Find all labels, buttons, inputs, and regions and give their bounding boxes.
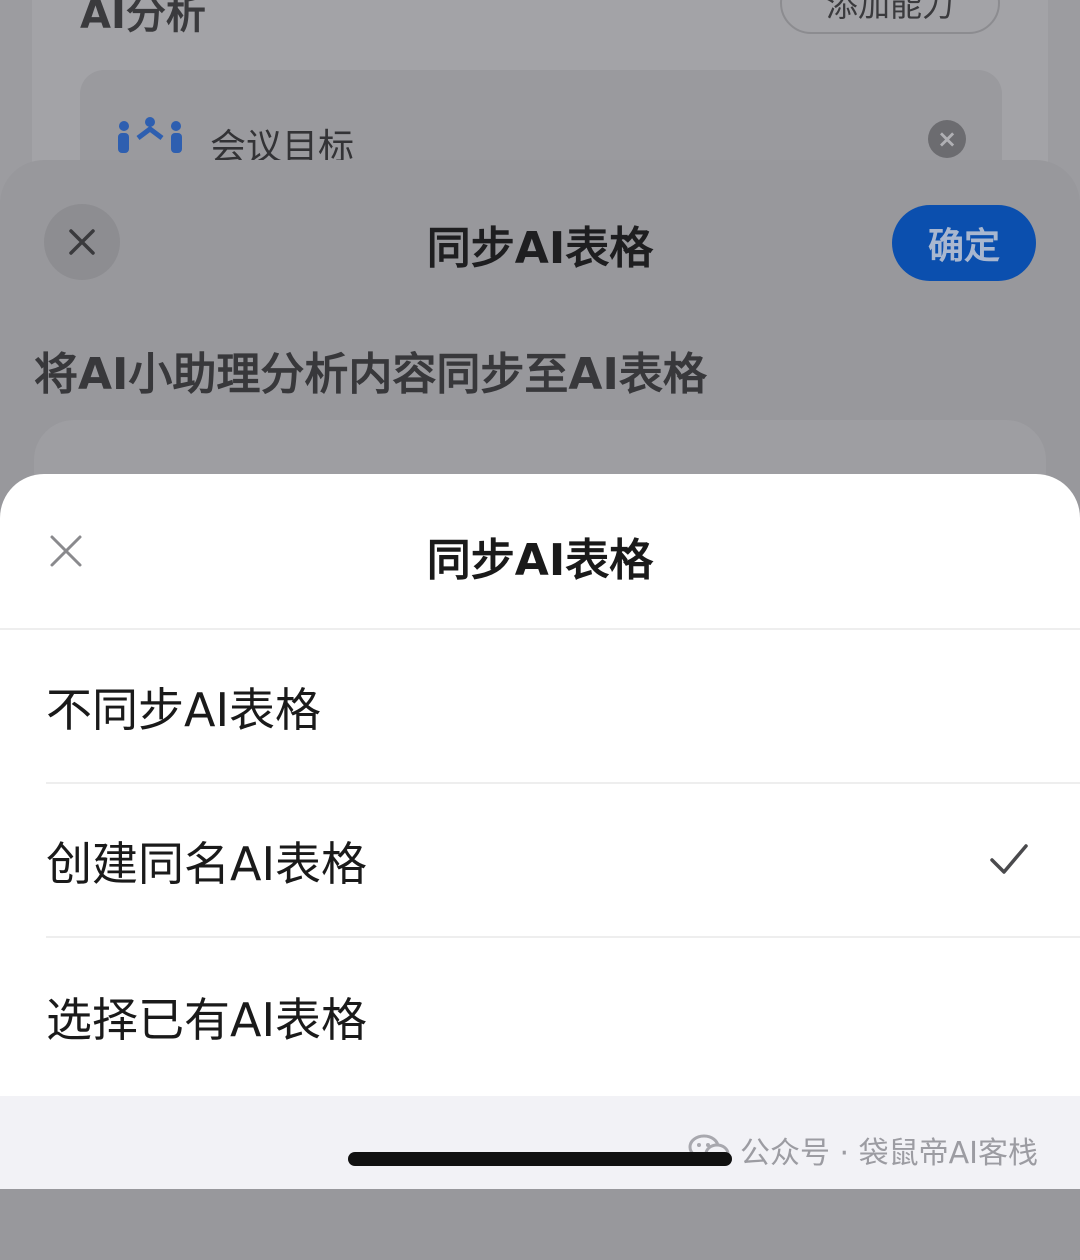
- watermark-text: 公众号 · 袋鼠帝AI客栈: [740, 1136, 1038, 1171]
- option-no-sync[interactable]: 不同步AI表格: [0, 630, 1080, 784]
- picker-title: 同步AI表格: [426, 535, 654, 586]
- home-indicator[interactable]: [348, 1152, 732, 1166]
- confirm-button[interactable]: 确定: [892, 205, 1036, 281]
- option-label: 选择已有AI表格: [46, 993, 368, 1047]
- divider: [46, 936, 1080, 938]
- option-label: 创建同名AI表格: [46, 837, 368, 891]
- ai-analysis-title: AI分析: [80, 0, 206, 38]
- meeting-people-icon: [118, 117, 182, 153]
- option-select-existing[interactable]: 选择已有AI表格: [0, 940, 1080, 1094]
- option-label: 不同步AI表格: [46, 683, 322, 737]
- add-capability-button[interactable]: 添加能力: [780, 0, 1000, 34]
- watermark: 公众号 · 袋鼠帝AI客栈: [688, 1128, 1038, 1172]
- remove-circle-icon[interactable]: ×: [928, 120, 966, 158]
- divider: [0, 628, 1080, 630]
- sync-description: 将AI小助理分析内容同步至AI表格: [34, 349, 707, 400]
- option-create-same-name[interactable]: 创建同名AI表格: [0, 784, 1080, 938]
- check-icon: [990, 844, 1028, 874]
